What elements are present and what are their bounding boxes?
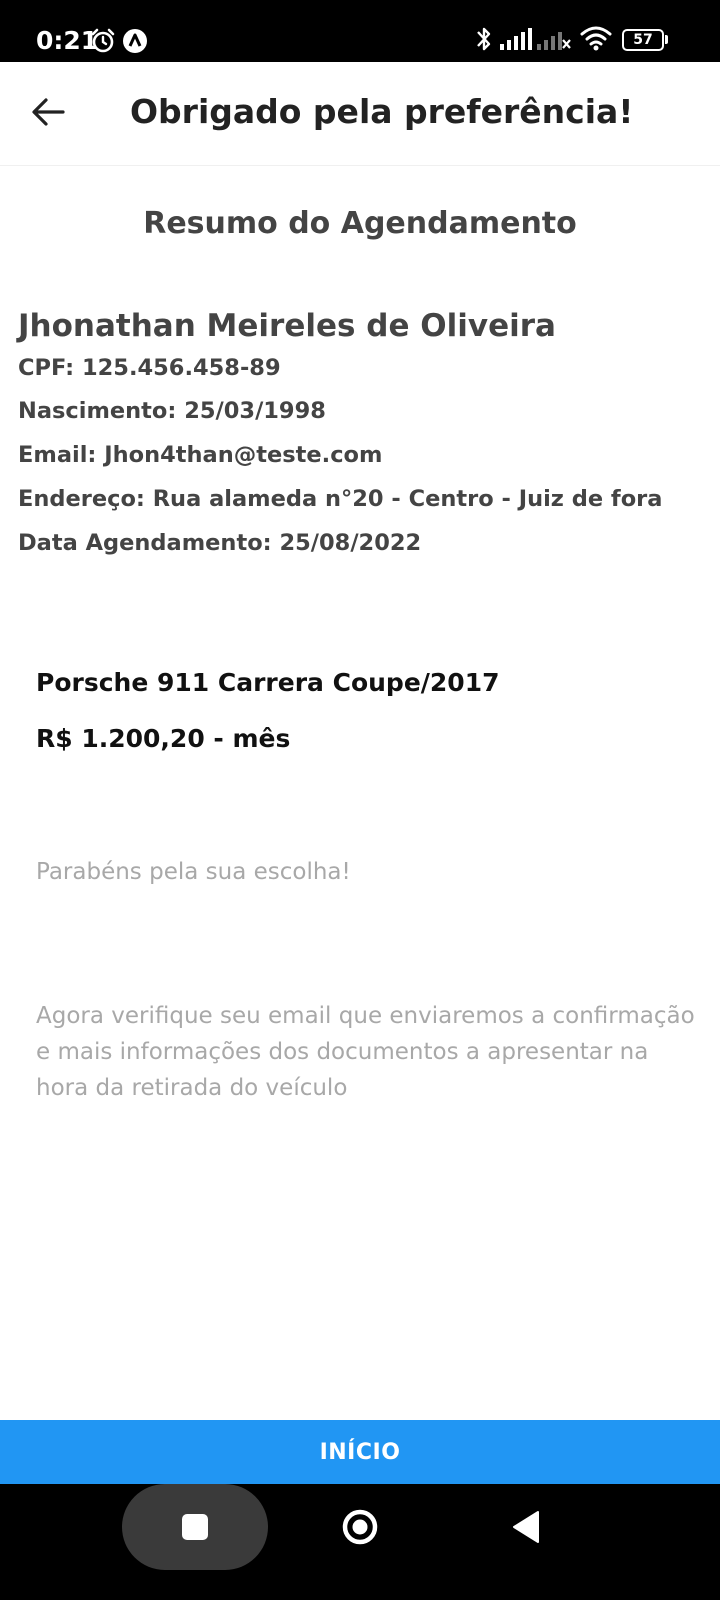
recent-apps-icon: [182, 1514, 208, 1540]
battery-icon: 57: [622, 29, 664, 51]
signal-no-service-icon: [537, 32, 571, 50]
signal-icon: [500, 28, 532, 50]
alarm-icon: [91, 28, 115, 53]
page-title: Obrigado pela preferência!: [130, 92, 634, 131]
notification-app-icon: [123, 29, 147, 53]
customer-address: Endereço: Rua alameda n°20 - Centro - Ju…: [18, 486, 663, 512]
home-icon[interactable]: [341, 1508, 379, 1546]
congrats-message: Parabéns pela sua escolha!: [36, 859, 351, 885]
summary-title: Resumo do Agendamento: [143, 206, 577, 241]
back-triangle-icon[interactable]: [508, 1508, 542, 1546]
customer-email: Email: Jhon4than@teste.com: [18, 442, 383, 468]
app-bar: Obrigado pela preferência!: [0, 62, 720, 166]
car-name: Porsche 911 Carrera Coupe/2017: [36, 668, 500, 697]
instructions-message: Agora verifique seu email que enviaremos…: [36, 1003, 695, 1101]
customer-name: Jhonathan Meireles de Oliveira: [18, 308, 556, 344]
schedule-date: Data Agendamento: 25/08/2022: [18, 530, 422, 556]
customer-birth-date: Nascimento: 25/03/1998: [18, 398, 326, 424]
car-price: R$ 1.200,20 - mês: [36, 724, 291, 753]
battery-tip: [665, 35, 668, 44]
battery-level: 57: [633, 32, 653, 48]
wifi-icon: [580, 26, 612, 51]
status-bar: 0:21 57: [0, 0, 720, 62]
recent-apps-button[interactable]: [122, 1484, 268, 1570]
customer-cpf: CPF: 125.456.458-89: [18, 355, 281, 381]
start-button[interactable]: INÍCIO: [0, 1420, 720, 1484]
bluetooth-icon: [477, 27, 491, 51]
status-time: 0:21: [36, 26, 99, 55]
system-nav-bar: [0, 1484, 720, 1600]
